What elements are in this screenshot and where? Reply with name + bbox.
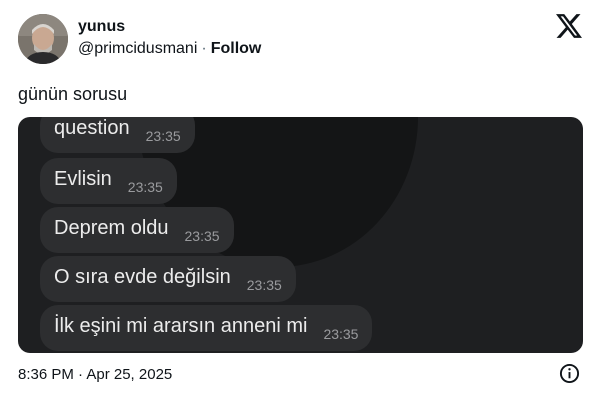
separator: · <box>201 40 207 57</box>
chat-bubble: O sıra evde değilsin 23:35 <box>40 256 296 302</box>
chat-bubble: question 23:35 <box>40 117 195 153</box>
tweet-text: günün sorusu <box>18 84 128 104</box>
follow-button[interactable]: Follow <box>211 40 262 57</box>
chat-screenshot[interactable]: question 23:35 Evlisin 23:35 Deprem oldu… <box>18 117 583 353</box>
chat-bubble: İlk eşini mi ararsın anneni mi 23:35 <box>40 305 373 351</box>
chat-message-time: 23:35 <box>184 228 220 244</box>
chat-bubble: Deprem oldu 23:35 <box>40 207 234 253</box>
author-handle[interactable]: @primcidusmani <box>78 40 197 57</box>
avatar[interactable] <box>18 14 68 64</box>
chat-message-text: İlk eşini mi ararsın anneni mi <box>54 314 308 337</box>
chat-message-text: Deprem oldu <box>54 216 169 239</box>
avatar-photo <box>18 14 68 64</box>
chat-message-time: 23:35 <box>145 128 181 144</box>
info-icon[interactable] <box>559 363 580 384</box>
chat-message-time: 23:35 <box>323 326 359 342</box>
chat-message-time: 23:35 <box>127 179 163 195</box>
x-logo-icon[interactable] <box>556 14 582 38</box>
chat-message-text: Evlisin <box>54 167 112 190</box>
chat-message-time: 23:35 <box>246 277 282 293</box>
tweet-card: yunus @primcidusmani · Follow günün sorusu… <box>0 0 600 403</box>
author-meta: @primcidusmani · Follow <box>78 40 261 58</box>
author-name[interactable]: yunus <box>78 18 125 36</box>
chat-message-text: question <box>54 117 130 139</box>
chat-message-text: O sıra evde değilsin <box>54 265 231 288</box>
tweet-timestamp[interactable]: 8:36 PM · Apr 25, 2025 <box>18 366 172 383</box>
chat-bubble: Evlisin 23:35 <box>40 158 177 204</box>
